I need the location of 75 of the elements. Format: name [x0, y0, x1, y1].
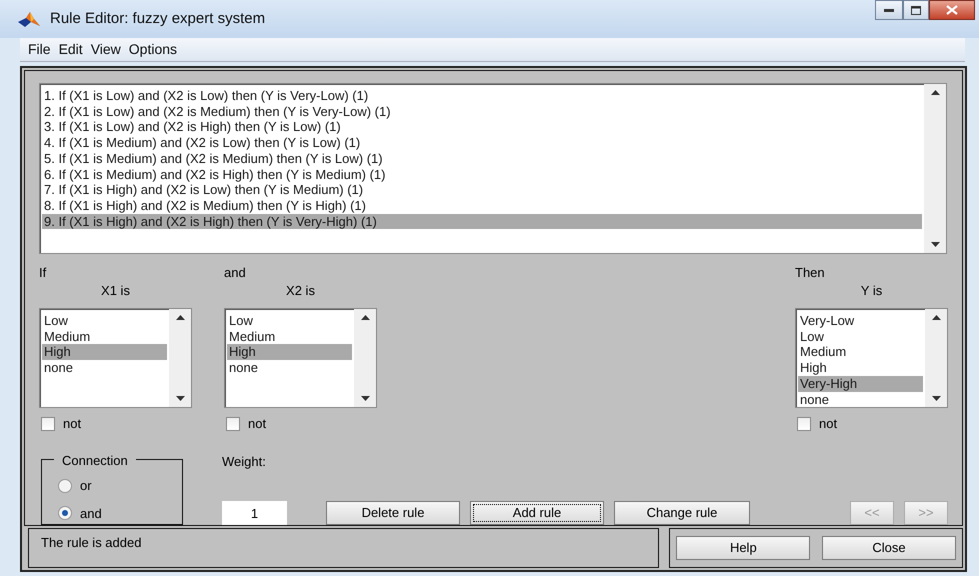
scrollbar[interactable] [354, 309, 376, 407]
rule-item[interactable]: 5. If (X1 is Medium) and (X2 is Medium) then (Y is Low) (1) [42, 150, 922, 167]
maximize-button[interactable] [903, 0, 929, 20]
rule-item[interactable]: 3. If (X1 is Low) and (X2 is High) then (Y is Low) (1) [42, 119, 922, 136]
minimize-icon [884, 8, 894, 12]
option-item[interactable]: Very-Low [798, 313, 923, 329]
variable-label: X2 is [285, 282, 316, 300]
option-item[interactable]: High [227, 344, 352, 360]
option-item[interactable]: Very-High [798, 376, 923, 392]
rule-item[interactable]: 2. If (X1 is Low) and (X2 is Medium) then (Y is Very-Low) (1) [42, 104, 922, 120]
scroll-down-icon[interactable] [176, 396, 184, 401]
option-item[interactable]: Medium [798, 344, 923, 360]
list-box[interactable]: Low Medium High none [224, 308, 377, 408]
checkbox[interactable] [226, 416, 240, 431]
action-button[interactable]: Change rule [614, 501, 750, 525]
rule-item[interactable]: 7. If (X1 is High) and (X2 is Low) then (Y is Medium) (1) [42, 182, 922, 198]
scroll-up-icon[interactable] [176, 315, 184, 320]
list-box[interactable]: Low Medium High none [39, 308, 192, 408]
scroll-up-icon[interactable] [930, 90, 940, 95]
option-item[interactable]: Low [42, 313, 167, 329]
checkbox-label: not [819, 415, 838, 433]
menu-item[interactable]: View [86, 39, 125, 60]
variable-label: X1 is [100, 282, 131, 300]
scrollbar[interactable] [169, 309, 191, 407]
rule-item[interactable]: 9. If (X1 is High) and (X2 is High) then (Y is Very-High) (1) [42, 214, 922, 230]
action-button[interactable]: Delete rule [326, 501, 460, 525]
column-header: Then [795, 264, 826, 282]
option-item[interactable]: none [42, 360, 167, 376]
scrollbar[interactable] [925, 309, 947, 407]
rule-item[interactable]: 4. If (X1 is Medium) and (X2 is Low) then (Y is Low) (1) [42, 135, 922, 151]
scrollbar[interactable] [924, 84, 946, 253]
checkbox-label: not [248, 415, 266, 433]
option-item[interactable]: High [798, 360, 923, 376]
list-box[interactable]: Very-Low Low Medium High Very-High none [795, 308, 948, 408]
radio-label: and [80, 504, 102, 522]
footer-button[interactable]: Help [676, 536, 810, 560]
menu-item[interactable]: File [24, 39, 55, 60]
radio-label: or [80, 477, 92, 495]
column-header: If [39, 264, 48, 282]
radio-button[interactable] [58, 506, 72, 520]
scroll-down-icon[interactable] [930, 242, 940, 247]
checkbox-label: not [63, 415, 82, 433]
list-box[interactable] [39, 83, 947, 254]
scroll-down-icon[interactable] [932, 396, 940, 401]
app-logo-icon [18, 10, 40, 28]
window-title: Rule Editor: fuzzy expert system [50, 8, 266, 29]
variable-label: Y is [860, 282, 884, 300]
checkbox[interactable] [41, 416, 55, 431]
option-item[interactable]: none [798, 392, 923, 408]
option-item[interactable]: Medium [42, 328, 167, 344]
maximize-icon [911, 6, 921, 14]
checkbox[interactable] [797, 416, 811, 431]
column-header: and [224, 264, 247, 282]
radio-button[interactable] [58, 478, 72, 493]
close-icon [946, 5, 958, 15]
scroll-up-icon[interactable] [932, 315, 940, 320]
menu-item[interactable]: Options [124, 39, 182, 60]
action-button[interactable]: Add rule [470, 501, 604, 525]
scroll-down-icon[interactable] [360, 396, 370, 401]
rule-item[interactable]: 1. If (X1 is Low) and (X2 is Low) then (Y is Very-Low) (1) [42, 88, 922, 104]
weight-field[interactable]: 1 [222, 501, 287, 525]
status-text: The rule is added [28, 528, 660, 568]
close-button[interactable] [929, 0, 975, 20]
option-item[interactable]: Low [227, 313, 352, 329]
footer-button[interactable]: Close [822, 536, 956, 560]
scroll-up-icon[interactable] [360, 315, 370, 320]
rule-item[interactable]: 8. If (X1 is High) and (X2 is Medium) then (Y is High) (1) [42, 198, 922, 214]
minimize-button[interactable] [875, 0, 903, 20]
option-item[interactable]: High [42, 344, 167, 360]
option-item[interactable]: Medium [227, 328, 352, 344]
weight-label: Weight: [222, 452, 267, 471]
menu-item[interactable]: Edit [54, 39, 87, 60]
option-item[interactable]: none [227, 360, 352, 376]
option-item[interactable]: Low [798, 328, 923, 344]
rule-item[interactable]: 6. If (X1 is Medium) and (X2 is High) then (Y is Medium) (1) [42, 166, 922, 182]
